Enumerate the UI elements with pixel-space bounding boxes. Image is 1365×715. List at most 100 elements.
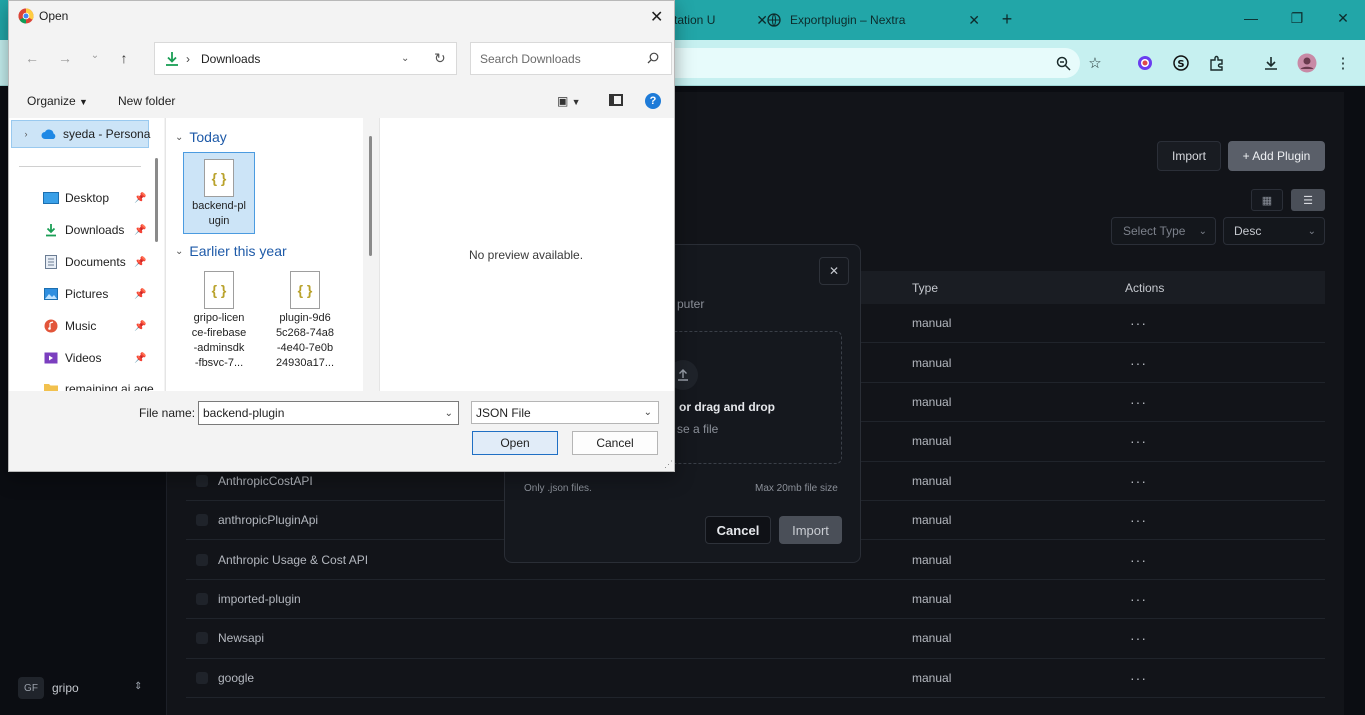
- resize-grip-icon[interactable]: ⋰: [664, 459, 673, 470]
- restore-icon[interactable]: ❐: [1287, 10, 1307, 27]
- table-row[interactable]: imported-plugin manual ···: [186, 580, 1325, 620]
- row-more-icon[interactable]: ···: [1130, 670, 1147, 686]
- nav-divider: [19, 166, 141, 167]
- new-folder-button[interactable]: New folder: [118, 94, 175, 108]
- file-list-scrollbar[interactable]: [369, 136, 372, 256]
- recent-locations-chevron-icon[interactable]: ⌄: [86, 50, 104, 61]
- dialog-title-bar[interactable]: Open ✕: [9, 1, 674, 31]
- preview-pane-icon[interactable]: [609, 94, 623, 106]
- nav-item-documents[interactable]: Documents: [43, 255, 126, 269]
- grid-view-icon[interactable]: ▦: [1251, 189, 1283, 211]
- nav-item-videos[interactable]: Videos: [43, 351, 101, 365]
- file-plugin-9d65[interactable]: { } plugin-9d6 5c268-74a8 -4e40-7e0b 249…: [269, 271, 341, 371]
- address-breadcrumb[interactable]: › Downloads ⌄ ↻: [154, 42, 457, 75]
- search-downloads-input[interactable]: Search Downloads: [470, 42, 672, 75]
- kebab-menu-icon[interactable]: ⋮: [1332, 52, 1354, 74]
- chevron-updown-icon[interactable]: ⇕: [134, 681, 142, 692]
- organize-menu[interactable]: Organize ▼: [27, 94, 88, 108]
- import-plugin-button[interactable]: Import: [1157, 141, 1221, 171]
- row-name: imported-plugin: [218, 591, 301, 606]
- nav-item-music[interactable]: Music: [43, 319, 96, 333]
- minimize-icon[interactable]: —: [1241, 10, 1261, 26]
- file-name: gripo-licen ce-firebase -adminsdk -fbsvc…: [191, 312, 247, 369]
- user-switcher[interactable]: GF gripo: [18, 677, 79, 699]
- table-row[interactable]: google manual ···: [186, 659, 1325, 698]
- browser-tab-2[interactable]: Exportplugin – Nextra ✕: [756, 5, 990, 35]
- add-plugin-button[interactable]: + Add Plugin: [1228, 141, 1325, 171]
- row-type: manual: [912, 434, 952, 449]
- file-backend-plugin[interactable]: { } backend-pl ugin: [183, 152, 255, 234]
- pin-icon: 📌: [134, 321, 147, 332]
- up-arrow-icon[interactable]: ↑: [115, 50, 133, 66]
- row-more-icon[interactable]: ···: [1130, 552, 1147, 568]
- back-arrow-icon[interactable]: ←: [23, 50, 41, 66]
- new-tab-plus-icon[interactable]: +: [996, 9, 1018, 30]
- nav-item-desktop[interactable]: Desktop: [43, 191, 109, 205]
- group-label: Earlier this year: [189, 243, 287, 259]
- music-icon: [43, 319, 59, 333]
- chevron-down-icon: ⌄: [1307, 225, 1316, 237]
- file-type-select[interactable]: JSON File ⌄: [471, 401, 659, 424]
- change-view-icon[interactable]: ▣ ▼: [557, 94, 581, 108]
- chevron-down-icon[interactable]: ⌄: [401, 53, 409, 64]
- nav-item-label: Videos: [65, 351, 102, 365]
- modal-cancel-button[interactable]: Cancel: [705, 516, 771, 544]
- row-more-icon[interactable]: ···: [1130, 315, 1147, 331]
- cancel-button[interactable]: Cancel: [572, 431, 658, 455]
- folder-icon: [43, 382, 59, 391]
- download-icon[interactable]: [1260, 52, 1282, 74]
- window-close-icon[interactable]: ✕: [1333, 10, 1353, 27]
- chevron-down-icon[interactable]: ⌄: [445, 408, 453, 419]
- group-label: Today: [189, 129, 227, 145]
- dropzone-sub-text: se a file: [677, 422, 719, 436]
- star-icon[interactable]: ☆: [1084, 52, 1106, 74]
- group-header-earlier-this-year[interactable]: ⌄ Earlier this year: [175, 243, 287, 259]
- expand-chevron-icon[interactable]: ›: [21, 127, 31, 141]
- file-size-hint: Max 20mb file size: [755, 483, 838, 494]
- row-type: manual: [912, 591, 952, 606]
- open-button[interactable]: Open: [472, 431, 558, 455]
- nav-pane-scrollbar[interactable]: [155, 158, 158, 242]
- type-filter-select[interactable]: Select Type ⌄: [1111, 217, 1216, 245]
- row-more-icon[interactable]: ···: [1130, 433, 1147, 449]
- refresh-icon[interactable]: ↻: [434, 50, 446, 67]
- forward-arrow-icon[interactable]: →: [56, 50, 74, 66]
- row-more-icon[interactable]: ···: [1130, 394, 1147, 410]
- profile-avatar[interactable]: [1296, 52, 1318, 74]
- puzzle-icon[interactable]: [1206, 52, 1228, 74]
- collapse-chevron-icon: ⌄: [175, 131, 184, 143]
- row-type: manual: [912, 670, 952, 685]
- nav-item-pictures[interactable]: Pictures: [43, 287, 108, 301]
- plugin-icon: [196, 474, 208, 487]
- help-icon[interactable]: ?: [645, 93, 661, 109]
- modal-import-button[interactable]: Import: [779, 516, 842, 544]
- table-row[interactable]: Newsapi manual ···: [186, 619, 1325, 659]
- plugin-icon: [196, 671, 208, 684]
- color-extension-icon[interactable]: [1134, 52, 1156, 74]
- desktop-icon: [43, 191, 59, 205]
- breadcrumb-separator-icon: ›: [186, 51, 190, 66]
- row-more-icon[interactable]: ···: [1130, 512, 1147, 528]
- zoom-icon[interactable]: [1052, 52, 1074, 74]
- row-more-icon[interactable]: ···: [1130, 473, 1147, 489]
- nav-item-downloads[interactable]: Downloads: [43, 223, 124, 237]
- address-bar[interactable]: [660, 48, 1080, 78]
- file-gripo-licence[interactable]: { } gripo-licen ce-firebase -adminsdk -f…: [183, 271, 255, 371]
- nav-item-onedrive[interactable]: › syeda - Persona: [21, 127, 151, 141]
- dialog-close-icon[interactable]: ✕: [650, 7, 663, 27]
- group-header-today[interactable]: ⌄ Today: [175, 129, 227, 145]
- row-more-icon[interactable]: ···: [1130, 630, 1147, 646]
- file-name-input[interactable]: backend-plugin ⌄: [198, 401, 459, 425]
- nav-item-folder[interactable]: remaining ai age: [43, 382, 154, 391]
- onedrive-cloud-icon: [41, 127, 57, 141]
- list-view-icon[interactable]: ☰: [1291, 189, 1325, 211]
- breadcrumb-downloads[interactable]: Downloads: [201, 52, 260, 66]
- row-more-icon[interactable]: ···: [1130, 591, 1147, 607]
- s-extension-icon[interactable]: S: [1170, 52, 1192, 74]
- modal-close-icon[interactable]: ✕: [819, 257, 849, 285]
- row-more-icon[interactable]: ···: [1130, 355, 1147, 371]
- sort-order-select[interactable]: Desc ⌄: [1223, 217, 1325, 245]
- tab-2-close-icon[interactable]: ✕: [968, 12, 980, 29]
- caret-down-icon: ▼: [79, 97, 88, 107]
- open-file-dialog: Open ✕ ← → ⌄ ↑ › Downloads ⌄ ↻ Search Do…: [8, 0, 675, 472]
